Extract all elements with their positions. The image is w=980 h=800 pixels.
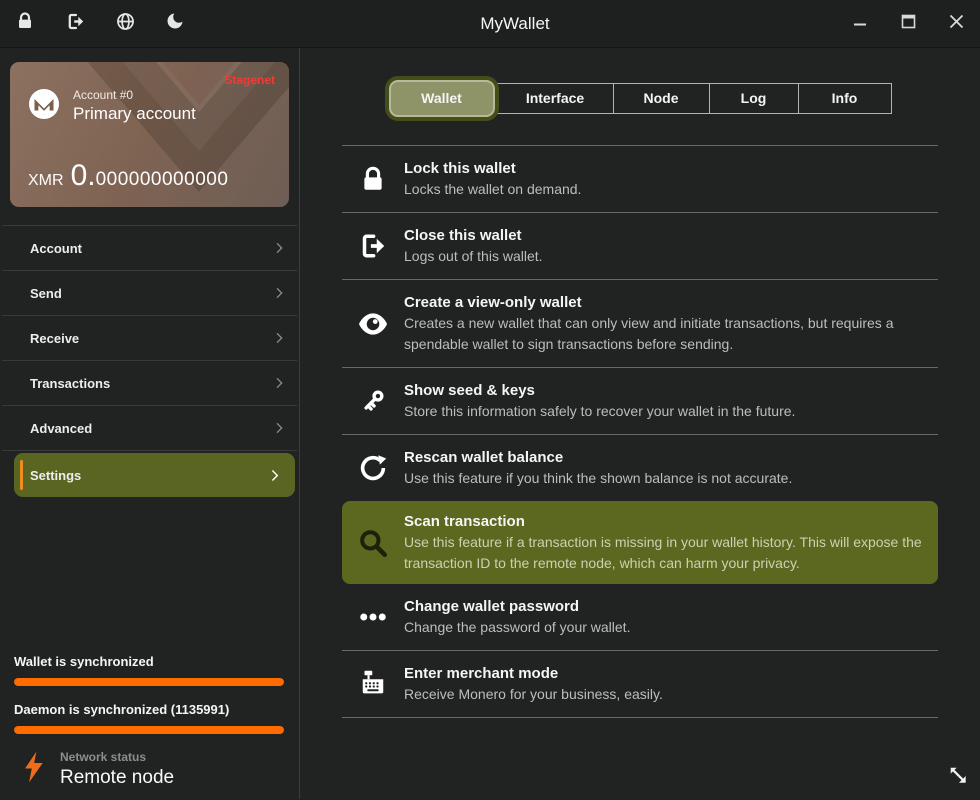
sidebar-item-settings[interactable]: Settings — [14, 453, 295, 497]
row-divider — [342, 717, 938, 718]
chevron-right-icon — [271, 240, 287, 256]
balance-whole: 0. — [71, 159, 96, 193]
account-card[interactable]: Stagenet Account #0 Primary account XMR … — [10, 62, 289, 207]
sidebar-item-send[interactable]: Send — [0, 271, 299, 315]
network-badge: Stagenet — [224, 73, 275, 87]
dark-mode-moon-icon — [165, 11, 185, 36]
daemon-sync-progressbar — [14, 726, 284, 734]
settings-row-scan-transaction[interactable]: Scan transaction Use this feature if a t… — [342, 501, 938, 584]
lock-icon — [342, 164, 404, 194]
monero-logo-icon — [28, 88, 60, 125]
balance-fraction: 000000000000 — [96, 169, 229, 191]
wallet-sync-progressbar — [14, 678, 284, 686]
minimize-icon — [853, 14, 867, 33]
dark-mode-button[interactable] — [150, 0, 200, 47]
menu-divider — [2, 450, 297, 451]
settings-row-list: Lock this wallet Locks the wallet on dem… — [342, 145, 938, 718]
tab-info[interactable]: Info — [798, 83, 892, 114]
lock-wallet-button[interactable] — [0, 0, 50, 47]
settings-row-lock-wallet[interactable]: Lock this wallet Locks the wallet on dem… — [342, 146, 938, 212]
account-name: Primary account — [73, 104, 196, 124]
sign-out-icon — [65, 11, 86, 37]
settings-row-show-seed-keys[interactable]: Show seed & keys Store this information … — [342, 368, 938, 434]
tab-node[interactable]: Node — [613, 83, 710, 114]
lock-icon — [15, 11, 35, 36]
sync-status-panel: Wallet is synchronized Daemon is synchro… — [14, 654, 284, 789]
network-status[interactable]: Network status Remote node — [14, 750, 284, 789]
language-button[interactable] — [100, 0, 150, 47]
sign-out-icon — [342, 231, 404, 261]
settings-tabs: Wallet Interface Node Log Info — [300, 75, 980, 121]
chevron-right-icon — [266, 467, 283, 484]
minimize-button[interactable] — [836, 0, 884, 47]
window-controls — [836, 0, 980, 47]
eye-icon — [342, 311, 404, 337]
chevron-right-icon — [271, 375, 287, 391]
close-wallet-button[interactable] — [50, 0, 100, 47]
balance-currency: XMR — [28, 172, 64, 190]
maximize-icon — [901, 14, 916, 34]
sidebar-item-advanced[interactable]: Advanced — [0, 406, 299, 450]
key-icon — [342, 386, 404, 416]
daemon-sync-label: Daemon is synchronized (1135991) — [14, 702, 284, 717]
rescan-icon — [342, 453, 404, 483]
titlebar: MyWallet — [0, 0, 980, 48]
chevron-right-icon — [271, 330, 287, 346]
tab-wallet[interactable]: Wallet — [389, 80, 495, 117]
chevron-right-icon — [271, 285, 287, 301]
settings-row-close-wallet[interactable]: Close this wallet Logs out of this walle… — [342, 213, 938, 279]
tab-interface[interactable]: Interface — [497, 83, 614, 114]
tab-log[interactable]: Log — [709, 83, 799, 114]
resize-cursor-icon — [947, 764, 969, 791]
network-status-value: Remote node — [60, 767, 174, 789]
close-icon — [948, 13, 965, 35]
network-status-label: Network status — [60, 750, 174, 764]
globe-icon — [115, 11, 136, 37]
cash-register-icon — [342, 669, 404, 699]
balance: XMR 0. 000000000000 — [28, 159, 228, 193]
sidebar: Stagenet Account #0 Primary account XMR … — [0, 48, 300, 799]
chevron-right-icon — [271, 420, 287, 436]
maximize-button[interactable] — [884, 0, 932, 47]
ellipsis-icon — [342, 602, 404, 632]
sidebar-menu: Account Send Receive Transactions — [0, 225, 299, 497]
account-index: Account #0 — [73, 88, 196, 102]
settings-page: Wallet Interface Node Log Info Lock this… — [300, 48, 980, 799]
toolbar — [0, 0, 200, 47]
sidebar-item-transactions[interactable]: Transactions — [0, 361, 299, 405]
sidebar-item-receive[interactable]: Receive — [0, 316, 299, 360]
settings-row-change-password[interactable]: Change wallet password Change the passwo… — [342, 584, 938, 650]
wallet-sync-label: Wallet is synchronized — [14, 654, 284, 669]
settings-row-view-only-wallet[interactable]: Create a view-only wallet Creates a new … — [342, 280, 938, 367]
lightning-icon — [22, 750, 45, 789]
close-button[interactable] — [932, 0, 980, 47]
settings-row-rescan-balance[interactable]: Rescan wallet balance Use this feature i… — [342, 435, 938, 501]
wallet-window: MyWallet Stagenet — [0, 0, 980, 800]
sidebar-item-account[interactable]: Account — [0, 226, 299, 270]
search-icon — [342, 527, 404, 559]
settings-row-merchant-mode[interactable]: Enter merchant mode Receive Monero for y… — [342, 651, 938, 717]
